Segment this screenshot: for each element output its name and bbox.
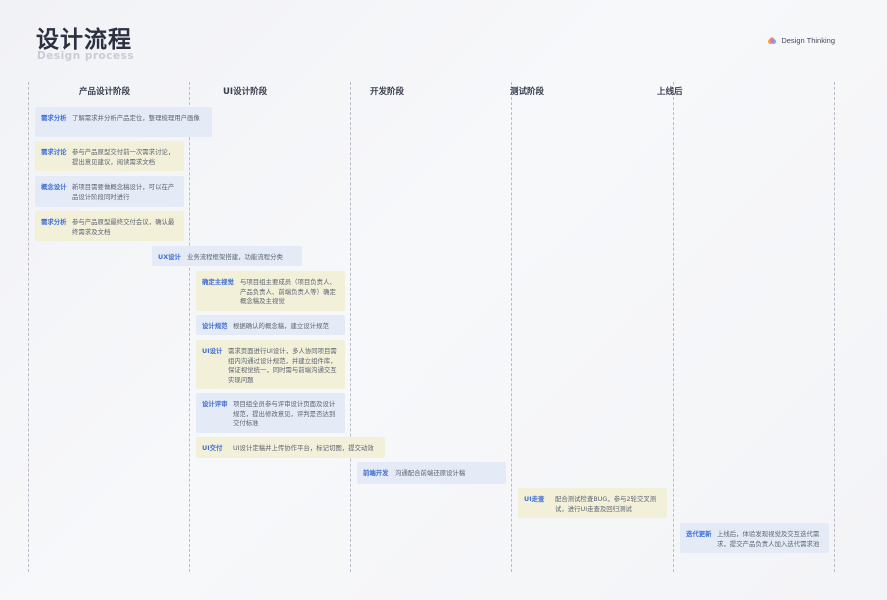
task-label: 设计规范 (202, 322, 228, 330)
phase-launch: 上线后 (657, 87, 683, 97)
task-description: 项目组全员参与评审设计页面及设计规范，提出修改意见，评判是否达到交付标准 (233, 400, 336, 428)
task-description: UI设计定稿并上传协作平台，标记切图，提交动效 (233, 444, 374, 452)
task-label: 前端开发 (363, 469, 389, 477)
task-card-requirement-discussion: 需求讨论 参与产品原型交付前一次需求讨论，提出意见建议，阅读需求文档 (35, 141, 184, 171)
task-card-iteration-update: 迭代更新 上线后，体验发现视觉及交互迭代需求，提交产品负责人加入迭代需求池 (680, 523, 829, 553)
task-card-main-visual: 确定主视觉 与项目组主要成员（项目负责人、产品负责人、前端负责人等）确定概念稿及… (196, 271, 345, 311)
task-description: 需求页面进行UI设计，多人协同项目需组内沟通过设计规范，并建立组件库，保证视觉统… (228, 347, 337, 384)
column-divider (834, 82, 835, 572)
task-label: UI走查 (524, 495, 545, 503)
task-label: 需求分析 (41, 114, 67, 122)
task-label: 迭代更新 (686, 530, 712, 538)
task-description: 新项目需要做概念稿设计，可以在产品设计阶段同时进行 (72, 183, 175, 201)
task-card-requirement-analysis: 需求分析 了解需求并分析产品定位，整理梳理用户画像 (35, 107, 212, 137)
task-label: 需求讨论 (41, 148, 67, 156)
task-label: 确定主视觉 (202, 278, 234, 286)
phase-product-design: 产品设计阶段 (79, 87, 131, 97)
task-card-ux-design: UX设计 业务流程框架搭建，功能流程分类 (152, 246, 302, 266)
task-description: 上线后，体验发现视觉及交互迭代需求，提交产品负责人加入迭代需求池 (717, 530, 820, 548)
phase-testing: 测试阶段 (510, 87, 545, 97)
task-description: 参与产品原型交付前一次需求讨论，提出意见建议，阅读需求文档 (72, 148, 175, 166)
column-divider (189, 82, 190, 572)
page-subtitle: Design process (37, 50, 135, 62)
task-description: 了解需求并分析产品定位，整理梳理用户画像 (72, 114, 200, 122)
task-description: 与项目组主要成员（项目负责人、产品负责人、前端负责人等）确定概念稿及主视觉 (240, 278, 336, 306)
task-description: 配合测试检查BUG，参与2轮交叉测试，进行UI走查及回归测试 (555, 495, 657, 513)
phase-development: 开发阶段 (370, 87, 405, 97)
task-label: UI设计 (202, 347, 223, 355)
task-label: 概念设计 (41, 183, 67, 191)
column-divider (28, 82, 29, 572)
task-label: 需求分析 (41, 218, 67, 226)
task-card-concept-design: 概念设计 新项目需要做概念稿设计，可以在产品设计阶段同时进行 (35, 176, 184, 207)
task-description: 沟通配合前端还原设计稿 (395, 469, 466, 477)
brand: Design Thinking (767, 36, 835, 45)
task-card-ui-design: UI设计 需求页面进行UI设计，多人协同项目需组内沟通过设计规范，并建立组件库，… (196, 340, 345, 389)
design-thinking-logo-icon (768, 36, 777, 44)
page-title: 设计流程 (36, 27, 132, 53)
task-card-ui-delivery: UI交付 UI设计定稿并上传协作平台，标记切图，提交动效 (196, 437, 385, 458)
brand-label: Design Thinking (781, 36, 835, 45)
task-card-design-spec: 设计规范 根据确认的概念稿，建立设计规范 (196, 315, 345, 335)
task-description: 根据确认的概念稿，建立设计规范 (233, 322, 329, 330)
column-divider (350, 82, 351, 572)
task-description: 业务流程框架搭建，功能流程分类 (187, 253, 283, 261)
task-description: 参与产品原型最终交付会议，确认最终需求及文档 (72, 218, 175, 236)
task-card-design-review: 设计评审 项目组全员参与评审设计页面及设计规范，提出修改意见，评判是否达到交付标… (196, 393, 345, 433)
task-card-requirement-confirmation: 需求分析 参与产品原型最终交付会议，确认最终需求及文档 (35, 211, 184, 241)
column-divider (673, 82, 674, 572)
column-divider (511, 82, 512, 572)
task-card-ui-walkthrough: UI走查 配合测试检查BUG，参与2轮交叉测试，进行UI走查及回归测试 (518, 488, 667, 518)
task-card-frontend-development: 前端开发 沟通配合前端还原设计稿 (357, 462, 506, 484)
task-label: 设计评审 (202, 400, 228, 408)
task-label: UX设计 (158, 253, 181, 261)
task-label: UI交付 (202, 444, 223, 452)
phase-ui-design: UI设计阶段 (223, 87, 268, 97)
